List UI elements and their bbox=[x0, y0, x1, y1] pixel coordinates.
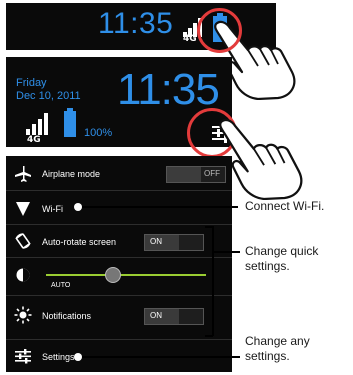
note-line: settings. bbox=[245, 349, 290, 363]
bracket-arm bbox=[212, 251, 240, 253]
brightness-slider-thumb[interactable] bbox=[105, 267, 122, 283]
notifications-label: Notifications bbox=[42, 311, 92, 321]
battery-icon bbox=[64, 108, 76, 137]
callout-line-wifi bbox=[78, 206, 238, 208]
notifications-toggle[interactable]: ON bbox=[144, 308, 204, 325]
airplane-mode-row[interactable]: Airplane mode OFF bbox=[6, 156, 232, 190]
toggle-state: ON bbox=[150, 311, 162, 320]
airplane-icon bbox=[15, 166, 31, 182]
brightness-auto-label: AUTO bbox=[51, 282, 71, 289]
callout-line-settings bbox=[78, 356, 240, 358]
bracket-bottom bbox=[205, 335, 213, 337]
divider bbox=[6, 257, 232, 258]
note-line: Change any bbox=[245, 334, 310, 348]
date-label: Dec 10, 2011 bbox=[16, 90, 81, 102]
note-change-quick: Change quick settings. bbox=[245, 244, 318, 274]
auto-rotate-toggle[interactable]: ON bbox=[144, 234, 204, 251]
network-type-label: 4G bbox=[183, 34, 197, 44]
wifi-label: Wi-Fi bbox=[42, 204, 63, 214]
bracket-vertical bbox=[212, 226, 214, 336]
day-label: Friday bbox=[16, 77, 47, 89]
airplane-mode-toggle[interactable]: OFF bbox=[166, 166, 226, 183]
airplane-mode-label: Airplane mode bbox=[42, 169, 101, 179]
toggle-knob bbox=[167, 167, 201, 182]
battery-percent: 100% bbox=[84, 127, 113, 139]
callout-dot bbox=[74, 353, 82, 361]
note-change-any: Change any settings. bbox=[245, 334, 310, 364]
note-line: settings. bbox=[245, 259, 290, 273]
note-line: Change quick bbox=[245, 244, 319, 258]
settings-sliders-icon bbox=[15, 349, 31, 364]
toggle-state: OFF bbox=[204, 169, 220, 178]
brightness-slider-track[interactable] bbox=[46, 274, 206, 276]
notifications-icon bbox=[14, 306, 32, 324]
notifications-row[interactable]: Notifications ON bbox=[6, 296, 232, 334]
toggle-state: ON bbox=[150, 237, 162, 246]
network-type-label: 4G bbox=[27, 135, 41, 145]
note-connect-wifi: Connect Wi-Fi. bbox=[245, 199, 325, 213]
quick-settings-panel: Airplane mode OFF Wi-Fi Auto-rotate scre… bbox=[6, 156, 232, 372]
auto-rotate-row[interactable]: Auto-rotate screen ON bbox=[6, 225, 232, 257]
rotate-icon bbox=[15, 233, 31, 249]
status-bar-time: 11:35 bbox=[98, 7, 174, 40]
settings-label: Settings bbox=[42, 352, 75, 362]
wifi-icon bbox=[16, 202, 30, 216]
callout-dot bbox=[74, 203, 82, 211]
clock-time: 11:35 bbox=[117, 65, 220, 114]
brightness-icon bbox=[16, 268, 30, 282]
wifi-row[interactable]: Wi-Fi bbox=[6, 191, 232, 224]
tap-callout-circle bbox=[197, 8, 242, 53]
auto-rotate-label: Auto-rotate screen bbox=[42, 237, 117, 247]
